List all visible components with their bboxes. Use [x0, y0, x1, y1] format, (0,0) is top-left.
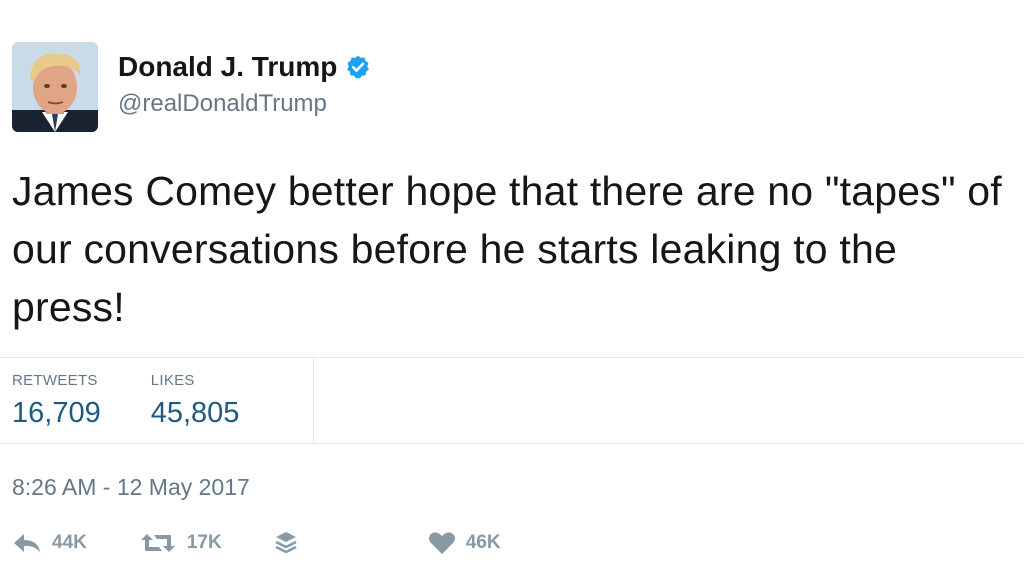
- divider-bottom: [0, 443, 1024, 444]
- avatar[interactable]: [12, 42, 98, 132]
- tweet-actions: 44K 17K 46K: [12, 530, 553, 556]
- verified-badge-icon: [345, 54, 371, 80]
- display-name[interactable]: Donald J. Trump: [118, 50, 337, 84]
- tweet-header: Donald J. Trump @realDonaldTrump: [12, 42, 371, 132]
- retweets-count: 16,709: [12, 397, 101, 429]
- tweet-stats: RETWEETS 16,709 LIKES 45,805: [0, 358, 1024, 444]
- display-name-row: Donald J. Trump: [118, 50, 371, 84]
- stats-separator: [313, 358, 314, 444]
- moments-button[interactable]: [274, 530, 308, 556]
- reply-icon: [14, 534, 40, 552]
- user-handle[interactable]: @realDonaldTrump: [118, 90, 371, 118]
- retweet-count: 17K: [186, 532, 222, 553]
- retweets-stat[interactable]: RETWEETS 16,709: [12, 358, 101, 444]
- reply-button[interactable]: 44K: [12, 532, 87, 554]
- like-button[interactable]: 46K: [428, 531, 501, 555]
- like-count: 46K: [465, 532, 501, 553]
- tweet-card: Donald J. Trump @realDonaldTrump James C…: [0, 0, 1024, 576]
- retweets-label: RETWEETS: [12, 372, 98, 389]
- likes-count: 45,805: [150, 397, 240, 429]
- heart-icon: [428, 532, 455, 554]
- reply-count: 44K: [52, 532, 87, 553]
- likes-label: LIKES: [150, 372, 195, 389]
- retweet-icon: [140, 534, 175, 552]
- tweet-text: James Comey better hope that there are n…: [12, 168, 1002, 330]
- avatar-portrait-image: [12, 42, 98, 132]
- likes-stat[interactable]: LIKES 45,805: [151, 358, 240, 444]
- user-names: Donald J. Trump @realDonaldTrump: [118, 50, 371, 118]
- retweet-button[interactable]: 17K: [139, 532, 222, 554]
- tweet-timestamp[interactable]: 8:26 AM - 12 May 2017: [12, 474, 250, 501]
- layers-icon: [275, 532, 297, 554]
